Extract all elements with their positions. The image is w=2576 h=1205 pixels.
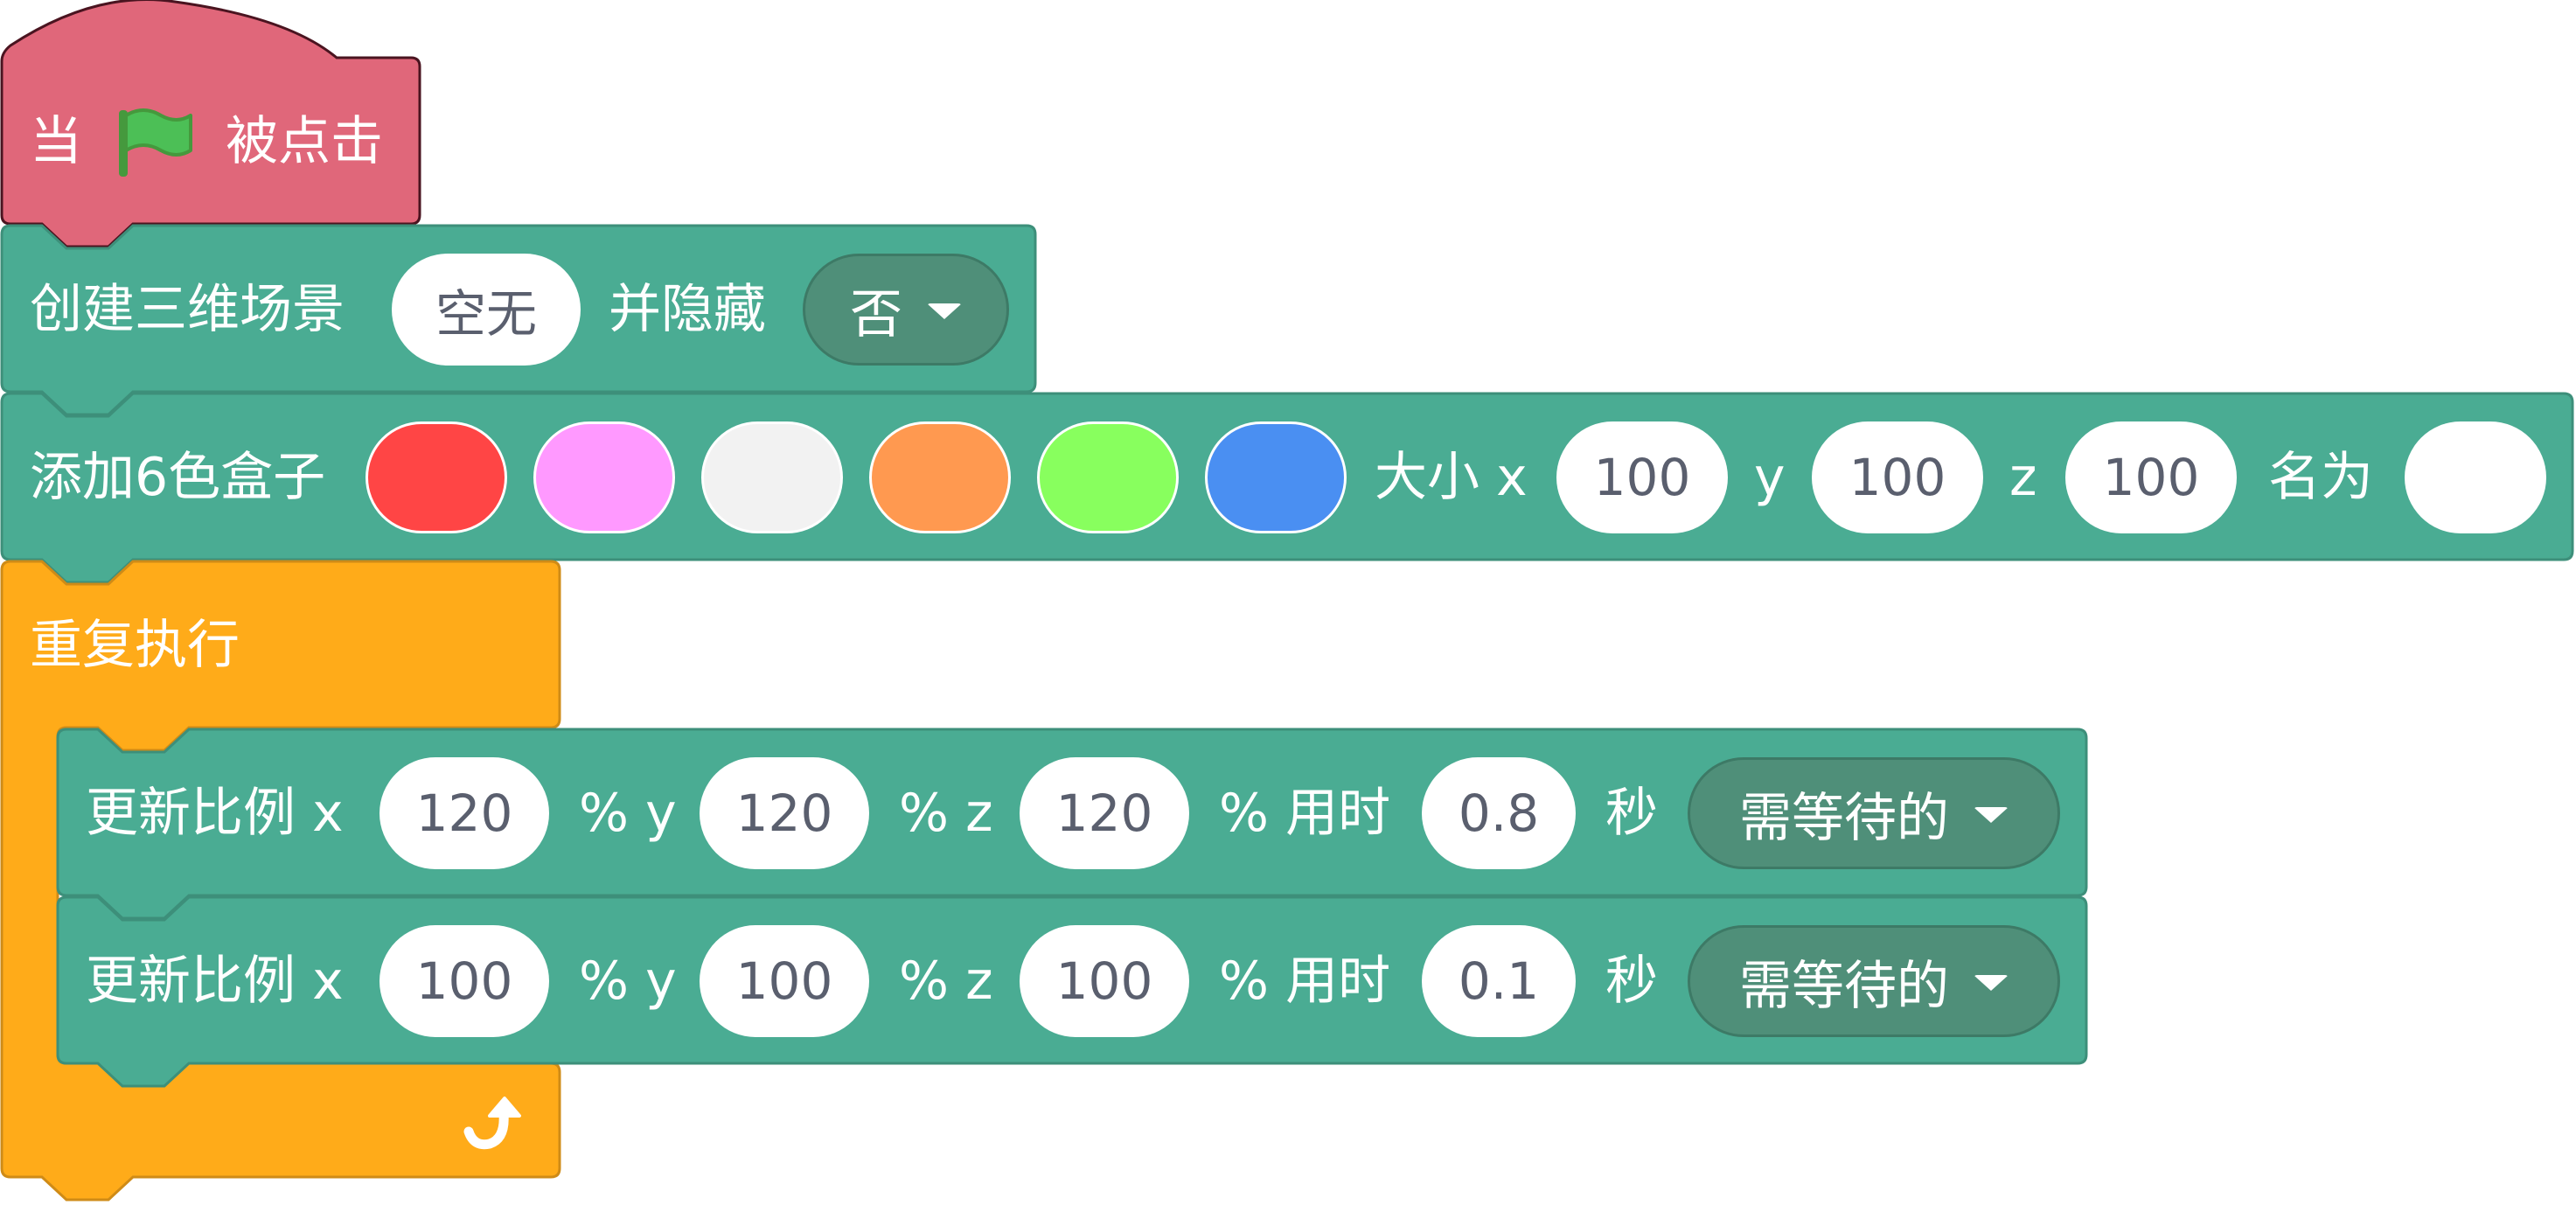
color-swatch-2[interactable]	[533, 421, 675, 533]
hide-dropdown-value: 否	[850, 283, 902, 345]
scale-x-input[interactable]: 100	[379, 925, 549, 1037]
chevron-down-icon	[1974, 807, 2009, 823]
percent-y-label: % y	[579, 783, 677, 844]
name-label: 名为	[2268, 447, 2373, 508]
color-swatch-3[interactable]	[701, 421, 843, 533]
wait-dropdown-value: 需等待的	[1739, 787, 1949, 849]
scale-label: 更新比例 x	[86, 951, 344, 1012]
scale-z-input[interactable]: 100	[1020, 925, 1189, 1037]
box-name-input[interactable]	[2405, 421, 2546, 533]
duration-input[interactable]: 0.1	[1422, 925, 1576, 1037]
percent-z-label: % z	[899, 783, 993, 844]
scale-x-input[interactable]: 120	[379, 757, 549, 869]
wait-dropdown-value: 需等待的	[1739, 955, 1949, 1017]
scale-y-input[interactable]: 120	[700, 757, 869, 869]
y-label: y	[1754, 447, 1786, 508]
z-label: z	[2009, 447, 2037, 508]
block-shapes	[0, 0, 2574, 1202]
percent-time-label: % 用时	[1219, 783, 1391, 844]
hide-dropdown[interactable]: 否	[803, 254, 1009, 366]
add-box-label: 添加6色盒子	[30, 447, 326, 508]
chevron-down-icon	[927, 303, 962, 319]
color-swatch-1[interactable]	[366, 421, 507, 533]
percent-z-label: % z	[899, 951, 993, 1012]
scene-input[interactable]: 空无	[392, 254, 581, 366]
duration-input[interactable]: 0.8	[1422, 757, 1576, 869]
percent-time-label: % 用时	[1219, 951, 1391, 1012]
script-canvas: 当 被点击 创建三维场景 空无 并隐藏 否 添加6色盒子 大小 x 100 y …	[0, 0, 2576, 1205]
color-swatch-5[interactable]	[1037, 421, 1179, 533]
hat-suffix-label: 被点击	[226, 111, 383, 172]
scale-z-input[interactable]: 120	[1020, 757, 1189, 869]
scale-label: 更新比例 x	[86, 783, 344, 844]
seconds-label: 秒	[1605, 783, 1658, 844]
size-x-label: 大小 x	[1375, 447, 1528, 508]
color-swatch-4[interactable]	[869, 421, 1011, 533]
wait-dropdown[interactable]: 需等待的	[1688, 925, 2060, 1037]
seconds-label: 秒	[1605, 951, 1658, 1012]
scale-y-input[interactable]: 100	[700, 925, 869, 1037]
chevron-down-icon	[1974, 975, 2009, 991]
wait-dropdown[interactable]: 需等待的	[1688, 757, 2060, 869]
box-x-input[interactable]: 100	[1556, 421, 1728, 533]
forever-label: 重复执行	[30, 615, 240, 676]
box-z-input[interactable]: 100	[2065, 421, 2237, 533]
hide-label: 并隐藏	[609, 279, 766, 340]
box-y-input[interactable]: 100	[1812, 421, 1983, 533]
create-scene-label: 创建三维场景	[30, 279, 345, 340]
color-swatch-6[interactable]	[1205, 421, 1347, 533]
percent-y-label: % y	[579, 951, 677, 1012]
hat-prefix-label: 当	[30, 111, 82, 172]
